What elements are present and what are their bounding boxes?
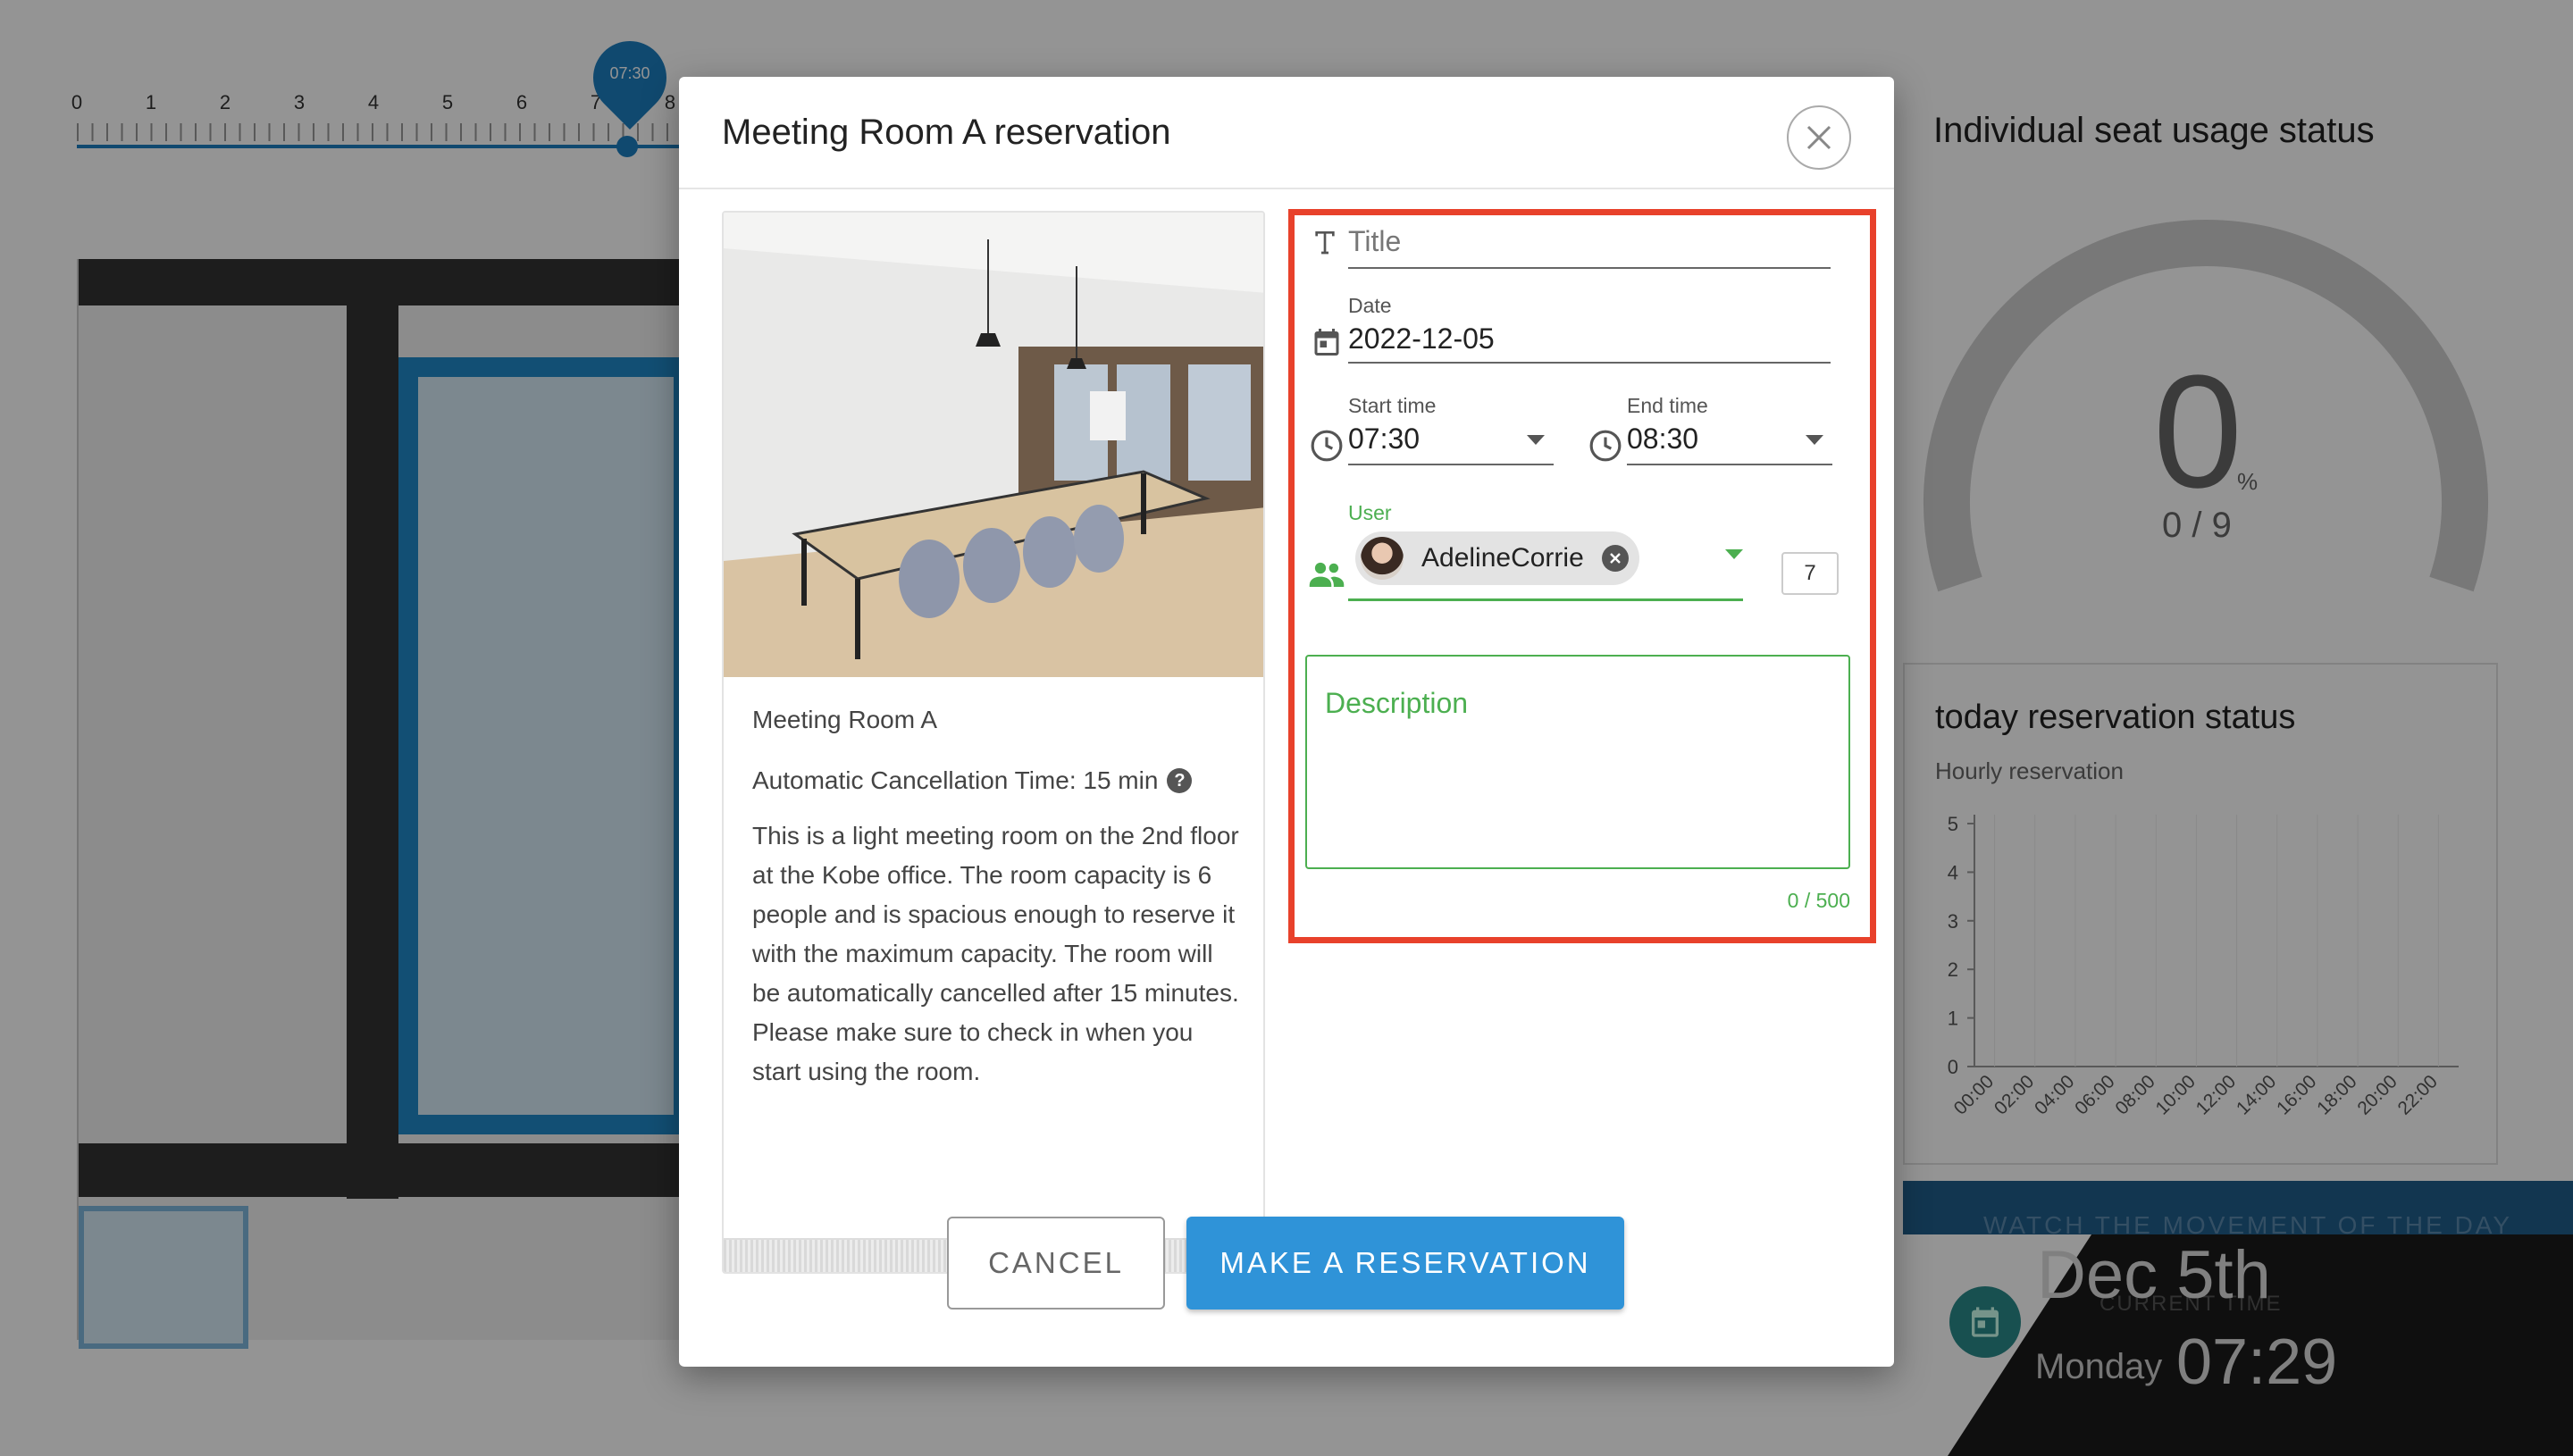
remove-user-button[interactable] (1601, 545, 1629, 572)
reservation-form: Date 2022-12-05 Start time 07:30 End tim… (1288, 209, 1876, 943)
end-time-label: End time (1627, 394, 1708, 417)
description-textarea[interactable] (1305, 655, 1850, 869)
end-time-underline (1627, 464, 1832, 465)
chevron-down-icon[interactable] (1806, 435, 1823, 445)
clock-icon (1588, 428, 1623, 464)
user-count-badge: 7 (1781, 552, 1839, 595)
dialog-title: Meeting Room A reservation (722, 113, 1171, 152)
calendar-icon (1309, 322, 1345, 362)
date-label: Date (1348, 294, 1392, 317)
close-icon (1806, 125, 1831, 150)
help-icon[interactable]: ? (1167, 768, 1193, 793)
end-time-field[interactable]: End time 08:30 (1627, 387, 1832, 465)
user-field[interactable]: User AdelineCorrie (1348, 494, 1743, 601)
date-field[interactable]: Date 2022-12-05 (1348, 287, 1831, 364)
start-time-value: 07:30 (1348, 423, 1421, 455)
avatar (1361, 537, 1404, 580)
make-reservation-button[interactable]: MAKE A RESERVATION (1186, 1217, 1624, 1310)
reservation-dialog: Meeting Room A reservation Meeting Room … (679, 77, 1894, 1367)
chevron-down-icon[interactable] (1725, 549, 1743, 559)
close-icon (1609, 553, 1621, 564)
clock-icon (1309, 428, 1345, 464)
title-field (1295, 215, 1866, 269)
close-button[interactable] (1787, 105, 1851, 170)
auto-cancel-text: Automatic Cancellation Time: 15 min (752, 766, 1159, 794)
date-value: 2022-12-05 (1348, 322, 1495, 355)
user-chip-name: AdelineCorrie (1421, 543, 1584, 573)
start-time-underline (1348, 464, 1554, 465)
auto-cancel-row: Automatic Cancellation Time: 15 min ? (752, 766, 1193, 795)
start-time-field[interactable]: Start time 07:30 (1348, 387, 1554, 465)
description-char-counter: 0 / 500 (1787, 889, 1850, 912)
people-icon (1307, 556, 1346, 592)
title-input[interactable] (1348, 215, 1831, 269)
user-chip: AdelineCorrie (1355, 531, 1639, 585)
room-name: Meeting Room A (752, 706, 937, 733)
room-info-card: Meeting Room A Automatic Cancellation Ti… (722, 211, 1265, 1274)
date-underline (1348, 362, 1831, 364)
dialog-divider (679, 188, 1894, 189)
room-photo (724, 213, 1263, 677)
user-underline (1348, 598, 1743, 601)
cancel-button[interactable]: CANCEL (947, 1217, 1165, 1310)
user-label: User (1348, 501, 1392, 524)
end-time-value: 08:30 (1627, 423, 1699, 455)
start-time-label: Start time (1348, 394, 1437, 417)
room-description: This is a light meeting room on the 2nd … (752, 822, 1239, 1085)
chevron-down-icon[interactable] (1527, 435, 1545, 445)
